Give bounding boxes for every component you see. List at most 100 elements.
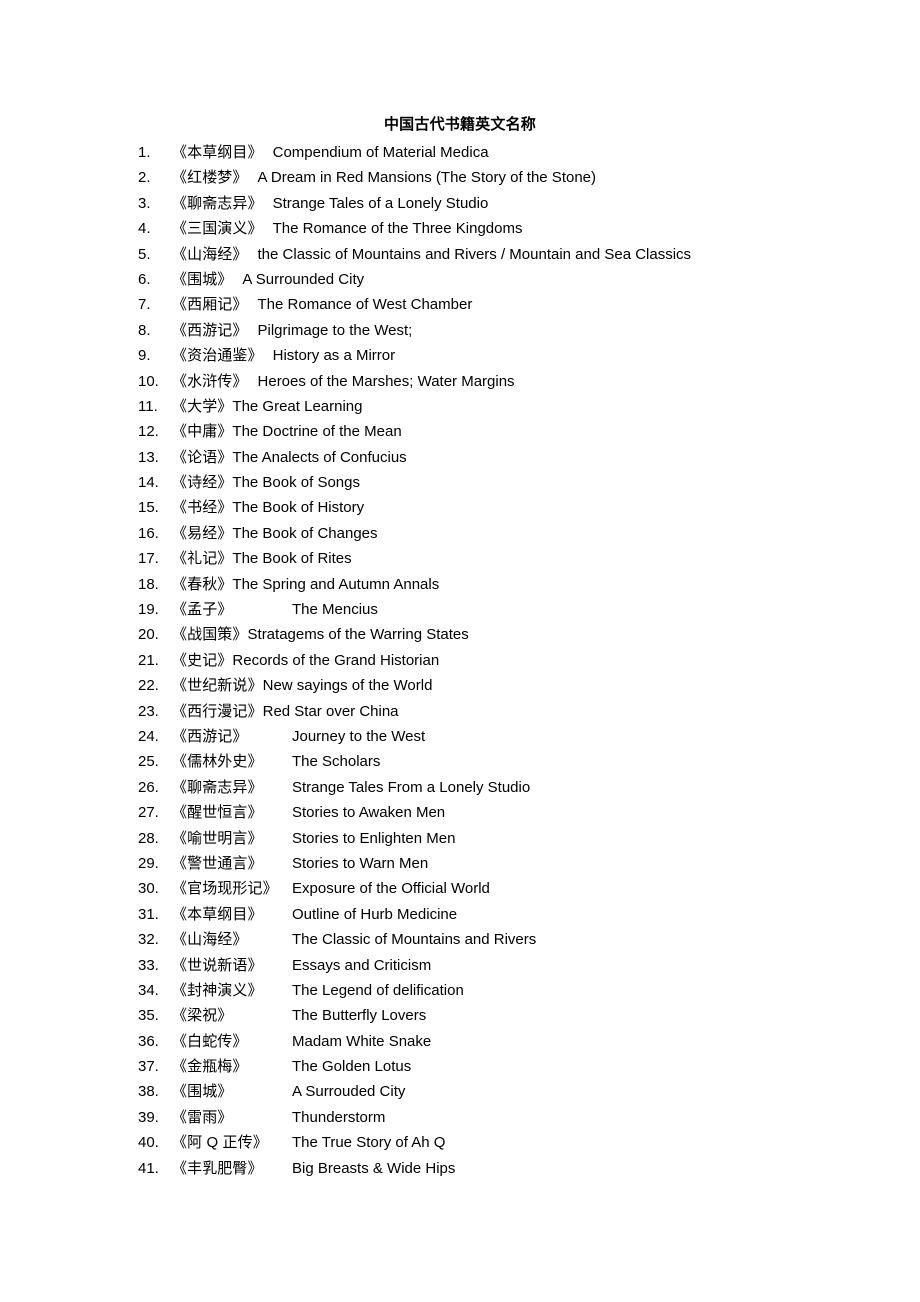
list-item: 28. 《喻世明言》 Stories to Enlighten Men <box>0 826 920 851</box>
chinese-title-cell: 《金瓶梅》 <box>172 1054 292 1079</box>
english-title: The Romance of West Chamber <box>257 296 473 314</box>
item-number: 32. <box>138 931 159 949</box>
chinese-title-cell: 《封神演义》 <box>172 978 292 1003</box>
list-item: 30. 《官场现形记》 Exposure of the Official World <box>0 876 920 901</box>
english-title: Exposure of the Official World <box>292 880 490 898</box>
chinese-title: 《水浒传》 <box>172 372 248 390</box>
list-item: 13. 《论语》 The Analects of Confucius <box>0 445 920 470</box>
item-number: 18. <box>138 575 159 593</box>
chinese-title: 《三国演义》 <box>172 220 263 238</box>
list-item: 18. 《春秋》 The Spring and Autumn Annals <box>0 572 920 597</box>
list-item: 12. 《中庸》 The Doctrine of the Mean <box>0 419 920 444</box>
chinese-title-cell: 《醒世恒言》 <box>172 800 292 825</box>
list-item: 41. 《丰乳肥臀》 Big Breasts & Wide Hips <box>0 1156 920 1181</box>
chinese-title-cell: 《本草纲目》 <box>172 902 292 927</box>
list-item: 40. 《阿 Q 正传》 The True Story of Ah Q <box>0 1130 920 1155</box>
chinese-title: 《红楼梦》 <box>172 169 248 187</box>
list-item: 26. 《聊斋志异》 Strange Tales From a Lonely Stu… <box>0 775 920 800</box>
chinese-title: 《醒世恒言》 <box>172 804 263 822</box>
list-item: 6. 《围城》 A Surrounded City <box>0 267 920 292</box>
chinese-title: 《丰乳肥臀》 <box>172 1159 263 1177</box>
english-title: A Surrouded City <box>292 1083 406 1101</box>
chinese-title: 《封神演义》 <box>172 981 263 999</box>
list-item: 4. 《三国演义》 The Romance of the Three Kingdom… <box>0 216 920 241</box>
list-item: 15. 《书经》 The Book of History <box>0 495 920 520</box>
list-item: 38. 《围城》 A Surrouded City <box>0 1079 920 1104</box>
english-title: The Classic of Mountains and Rivers <box>292 931 537 949</box>
chinese-title: 《西游记》 <box>172 321 248 339</box>
item-number: 9. <box>138 347 151 365</box>
list-item: 8. 《西游记》 Pilgrimage to the West; <box>0 318 920 343</box>
english-title: Strange Tales of a Lonely Studio <box>272 194 489 212</box>
document-page: 中国古代书籍英文名称 1. 《本草纲目》 Compendium of Materia… <box>0 0 920 1302</box>
english-title: Pilgrimage to the West; <box>257 321 413 339</box>
chinese-title: 《聊斋志异》 <box>172 194 263 212</box>
item-number: 37. <box>138 1058 159 1076</box>
chinese-title: 《论语》 <box>172 448 233 466</box>
list-item: 25. 《儒林外史》 The Scholars <box>0 749 920 774</box>
english-title: Stories to Awaken Men <box>292 804 446 822</box>
list-item: 5. 《山海经》 the Classic of Mountains and Rive… <box>0 242 920 267</box>
chinese-title: 《礼记》 <box>172 550 233 568</box>
english-title: Big Breasts & Wide Hips <box>292 1159 456 1177</box>
item-number: 40. <box>138 1134 159 1152</box>
chinese-title-cell: 《雷雨》 <box>172 1105 292 1130</box>
english-title: Strange Tales From a Lonely Studio <box>292 778 531 796</box>
english-title: Stories to Enlighten Men <box>292 829 456 847</box>
list-item: 11. 《大学》 The Great Learning <box>0 394 920 419</box>
english-title: Journey to the West <box>292 727 426 745</box>
chinese-title: 《西行漫记》 <box>172 702 263 720</box>
list-item: 16. 《易经》 The Book of Changes <box>0 521 920 546</box>
item-number: 6. <box>138 270 151 288</box>
item-number: 10. <box>138 372 159 390</box>
english-title: Heroes of the Marshes; Water Margins <box>257 372 515 390</box>
list-item: 23. 《西行漫记》 Red Star over China <box>0 699 920 724</box>
english-title: Madam White Snake <box>292 1032 432 1050</box>
chinese-title: 《金瓶梅》 <box>172 1058 248 1076</box>
item-number: 25. <box>138 753 159 771</box>
list-item: 17. 《礼记》 The Book of Rites <box>0 546 920 571</box>
chinese-title: 《易经》 <box>172 524 233 542</box>
chinese-title: 《围城》 <box>172 1083 233 1101</box>
chinese-title: 《诗经》 <box>172 474 233 492</box>
item-number: 31. <box>138 905 159 923</box>
item-number: 41. <box>138 1159 159 1177</box>
list-item: 33. 《世说新语》 Essays and Criticism <box>0 953 920 978</box>
english-title: Stratagems of the Warring States <box>247 626 469 644</box>
list-item: 27. 《醒世恒言》 Stories to Awaken Men <box>0 800 920 825</box>
item-number: 30. <box>138 880 159 898</box>
item-number: 16. <box>138 524 159 542</box>
chinese-title-cell: 《官场现形记》 <box>172 876 292 901</box>
list-item: 31. 《本草纲目》 Outline of Hurb Medicine <box>0 902 920 927</box>
list-item: 35. 《梁祝》 The Butterfly Lovers <box>0 1003 920 1028</box>
english-title: The Book of Songs <box>232 474 360 492</box>
english-title: The Book of Rites <box>232 550 352 568</box>
english-title: Records of the Grand Historian <box>232 651 440 669</box>
chinese-title-cell: 《西游记》 <box>172 724 292 749</box>
item-number: 34. <box>138 981 159 999</box>
book-list: 1. 《本草纲目》 Compendium of Material Medica 2. 《… <box>0 140 920 1181</box>
chinese-title-cell: 《阿 Q 正传》 <box>172 1130 292 1155</box>
english-title: The Book of Changes <box>232 524 378 542</box>
item-number: 15. <box>138 499 159 517</box>
chinese-title-cell: 《丰乳肥臀》 <box>172 1156 292 1181</box>
chinese-title: 《喻世明言》 <box>172 829 263 847</box>
chinese-title: 《西厢记》 <box>172 296 248 314</box>
item-number: 28. <box>138 829 159 847</box>
chinese-title: 《史记》 <box>172 651 233 669</box>
list-item: 9. 《资治通鉴》 History as a Mirror <box>0 343 920 368</box>
chinese-title-cell: 《世说新语》 <box>172 953 292 978</box>
item-number: 11. <box>138 397 158 415</box>
chinese-title-cell: 《孟子》 <box>172 597 292 622</box>
item-number: 19. <box>138 601 159 619</box>
list-item: 2. 《红楼梦》 A Dream in Red Mansions (The Stor… <box>0 165 920 190</box>
list-item: 20. 《战国策》 Stratagems of the Warring States <box>0 622 920 647</box>
english-title: The Doctrine of the Mean <box>232 423 402 441</box>
chinese-title: 《书经》 <box>172 499 233 517</box>
item-number: 13. <box>138 448 159 466</box>
english-title: the Classic of Mountains and Rivers / Mo… <box>257 245 692 263</box>
item-number: 36. <box>138 1032 159 1050</box>
english-title: New sayings of the World <box>262 677 433 695</box>
list-item: 10. 《水浒传》 Heroes of the Marshes; Water Mar… <box>0 369 920 394</box>
item-number: 20. <box>138 626 159 644</box>
